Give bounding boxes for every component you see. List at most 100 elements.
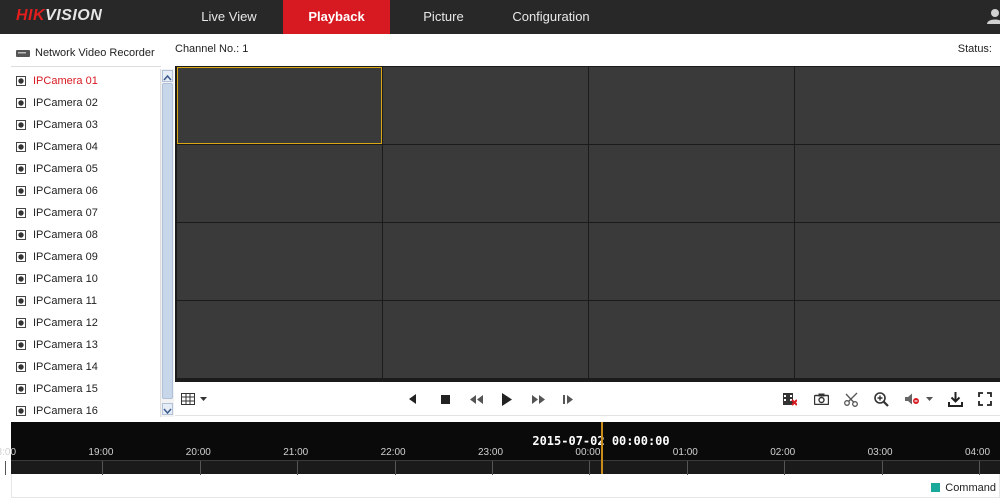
camera-item[interactable]: IPCamera 06 <box>11 180 159 202</box>
video-cell[interactable] <box>589 301 794 378</box>
status-label: Status: <box>957 43 992 55</box>
camera-icon <box>16 406 26 416</box>
camera-icon <box>16 362 26 372</box>
camera-label: IPCamera 14 <box>33 361 98 373</box>
dropdown-arrow-icon[interactable] <box>197 390 209 408</box>
audio-icon[interactable] <box>903 390 921 408</box>
camera-label: IPCamera 10 <box>33 273 98 285</box>
camera-item[interactable]: IPCamera 10 <box>11 268 159 290</box>
tab-configuration[interactable]: Configuration <box>497 0 605 34</box>
tab-picture[interactable]: Picture <box>390 0 497 34</box>
single-frame-icon[interactable] <box>559 390 577 408</box>
camera-label: IPCamera 13 <box>33 339 98 351</box>
playback-control-bar <box>175 382 1000 416</box>
video-cell[interactable] <box>589 145 794 222</box>
camera-item[interactable]: IPCamera 05 <box>11 158 159 180</box>
reverse-play-icon[interactable] <box>404 390 422 408</box>
camera-item[interactable]: IPCamera 14 <box>11 356 159 378</box>
scroll-thumb[interactable] <box>162 83 173 399</box>
tab-live-view[interactable]: Live View <box>175 0 283 34</box>
camera-icon <box>16 76 26 86</box>
play-icon[interactable] <box>498 390 516 408</box>
scroll-up-icon[interactable] <box>162 70 173 82</box>
camera-item[interactable]: IPCamera 04 <box>11 136 159 158</box>
camera-item[interactable]: IPCamera 02 <box>11 92 159 114</box>
digital-zoom-icon[interactable] <box>872 390 890 408</box>
timeline-tick-label: 22:00 <box>380 447 406 458</box>
camera-icon <box>16 98 26 108</box>
camera-icon <box>16 340 26 350</box>
scroll-down-icon[interactable] <box>162 403 173 415</box>
camera-label: IPCamera 09 <box>33 251 98 263</box>
audio-dropdown-icon[interactable] <box>923 390 935 408</box>
download-icon[interactable] <box>946 390 964 408</box>
video-cell[interactable] <box>795 67 1000 144</box>
legend-swatch-command <box>931 483 941 492</box>
timeline-major-tick <box>686 461 688 475</box>
camera-label: IPCamera 06 <box>33 185 98 197</box>
user-icon[interactable] <box>986 8 1000 24</box>
timeline-cursor[interactable] <box>601 422 603 474</box>
timeline-scale[interactable] <box>5 460 1000 475</box>
channel-number-label: Channel No.: 1 <box>175 43 249 55</box>
fast-forward-icon[interactable] <box>529 390 547 408</box>
video-cell[interactable] <box>177 145 382 222</box>
camera-item[interactable]: IPCamera 12 <box>11 312 159 334</box>
camera-label: IPCamera 04 <box>33 141 98 153</box>
timeline-major-tick <box>881 461 883 475</box>
camera-icon <box>16 208 26 218</box>
playback-timeline[interactable]: 2015-07-02 00:00:00 18:00 19:00 20:00 21:00… <box>0 422 1000 475</box>
video-cell[interactable] <box>795 145 1000 222</box>
tab-playback[interactable]: Playback <box>283 0 390 34</box>
video-cell[interactable] <box>177 223 382 300</box>
nvr-header[interactable]: Network Video Recorder <box>0 42 175 64</box>
video-cell[interactable] <box>383 223 588 300</box>
camera-item[interactable]: IPCamera 16 <box>11 400 159 422</box>
layout-grid-icon[interactable] <box>179 390 197 408</box>
camera-icon <box>16 274 26 284</box>
timeline-tick-label: 00:00 <box>575 447 601 458</box>
camera-item[interactable]: IPCamera 11 <box>11 290 159 312</box>
camera-icon <box>16 120 26 130</box>
camera-icon <box>16 186 26 196</box>
legend-area <box>11 474 1000 498</box>
timeline-tick-label: 23:00 <box>478 447 504 458</box>
top-navigation-bar: HIKVISION Live View Playback Picture Con… <box>0 0 1000 34</box>
capture-icon[interactable] <box>812 390 830 408</box>
timeline-tick-label: 20:00 <box>185 447 211 458</box>
camera-item[interactable]: IPCamera 09 <box>11 246 159 268</box>
slow-backward-icon[interactable] <box>467 390 485 408</box>
camera-label: IPCamera 02 <box>33 97 98 109</box>
camera-list: IPCamera 01 IPCamera 02 IPCamera 03 IPCamer… <box>11 66 161 418</box>
video-cell[interactable] <box>589 223 794 300</box>
camera-item[interactable]: IPCamera 08 <box>11 224 159 246</box>
video-cell[interactable] <box>177 301 382 378</box>
clip-disabled-icon[interactable] <box>781 390 799 408</box>
stop-icon[interactable] <box>436 390 454 408</box>
timeline-date: 2015-07-02 00:00:00 <box>532 434 670 448</box>
logo-part-hik: HIK <box>16 7 46 24</box>
video-cell[interactable] <box>177 67 382 144</box>
camera-label: IPCamera 03 <box>33 119 98 131</box>
camera-item[interactable]: IPCamera 15 <box>11 378 159 400</box>
clip-icon[interactable] <box>842 390 860 408</box>
video-cell[interactable] <box>795 223 1000 300</box>
camera-label: IPCamera 05 <box>33 163 98 175</box>
camera-item[interactable]: IPCamera 13 <box>11 334 159 356</box>
video-cell[interactable] <box>795 301 1000 378</box>
camera-sidebar: Network Video Recorder IPCamera 01 IPCame… <box>0 34 175 418</box>
video-cell[interactable] <box>383 301 588 378</box>
timeline-major-tick <box>199 461 201 475</box>
video-grid <box>175 66 1000 382</box>
fullscreen-icon[interactable] <box>976 390 994 408</box>
video-cell[interactable] <box>589 67 794 144</box>
camera-list-scrollbar[interactable] <box>160 69 174 417</box>
camera-item[interactable]: IPCamera 01 <box>11 70 159 92</box>
video-cell[interactable] <box>383 145 588 222</box>
video-cell[interactable] <box>383 67 588 144</box>
camera-item[interactable]: IPCamera 03 <box>11 114 159 136</box>
timeline-major-tick <box>394 461 396 475</box>
camera-item[interactable]: IPCamera 07 <box>11 202 159 224</box>
timeline-major-tick <box>492 461 493 475</box>
timeline-major-tick <box>784 461 786 475</box>
